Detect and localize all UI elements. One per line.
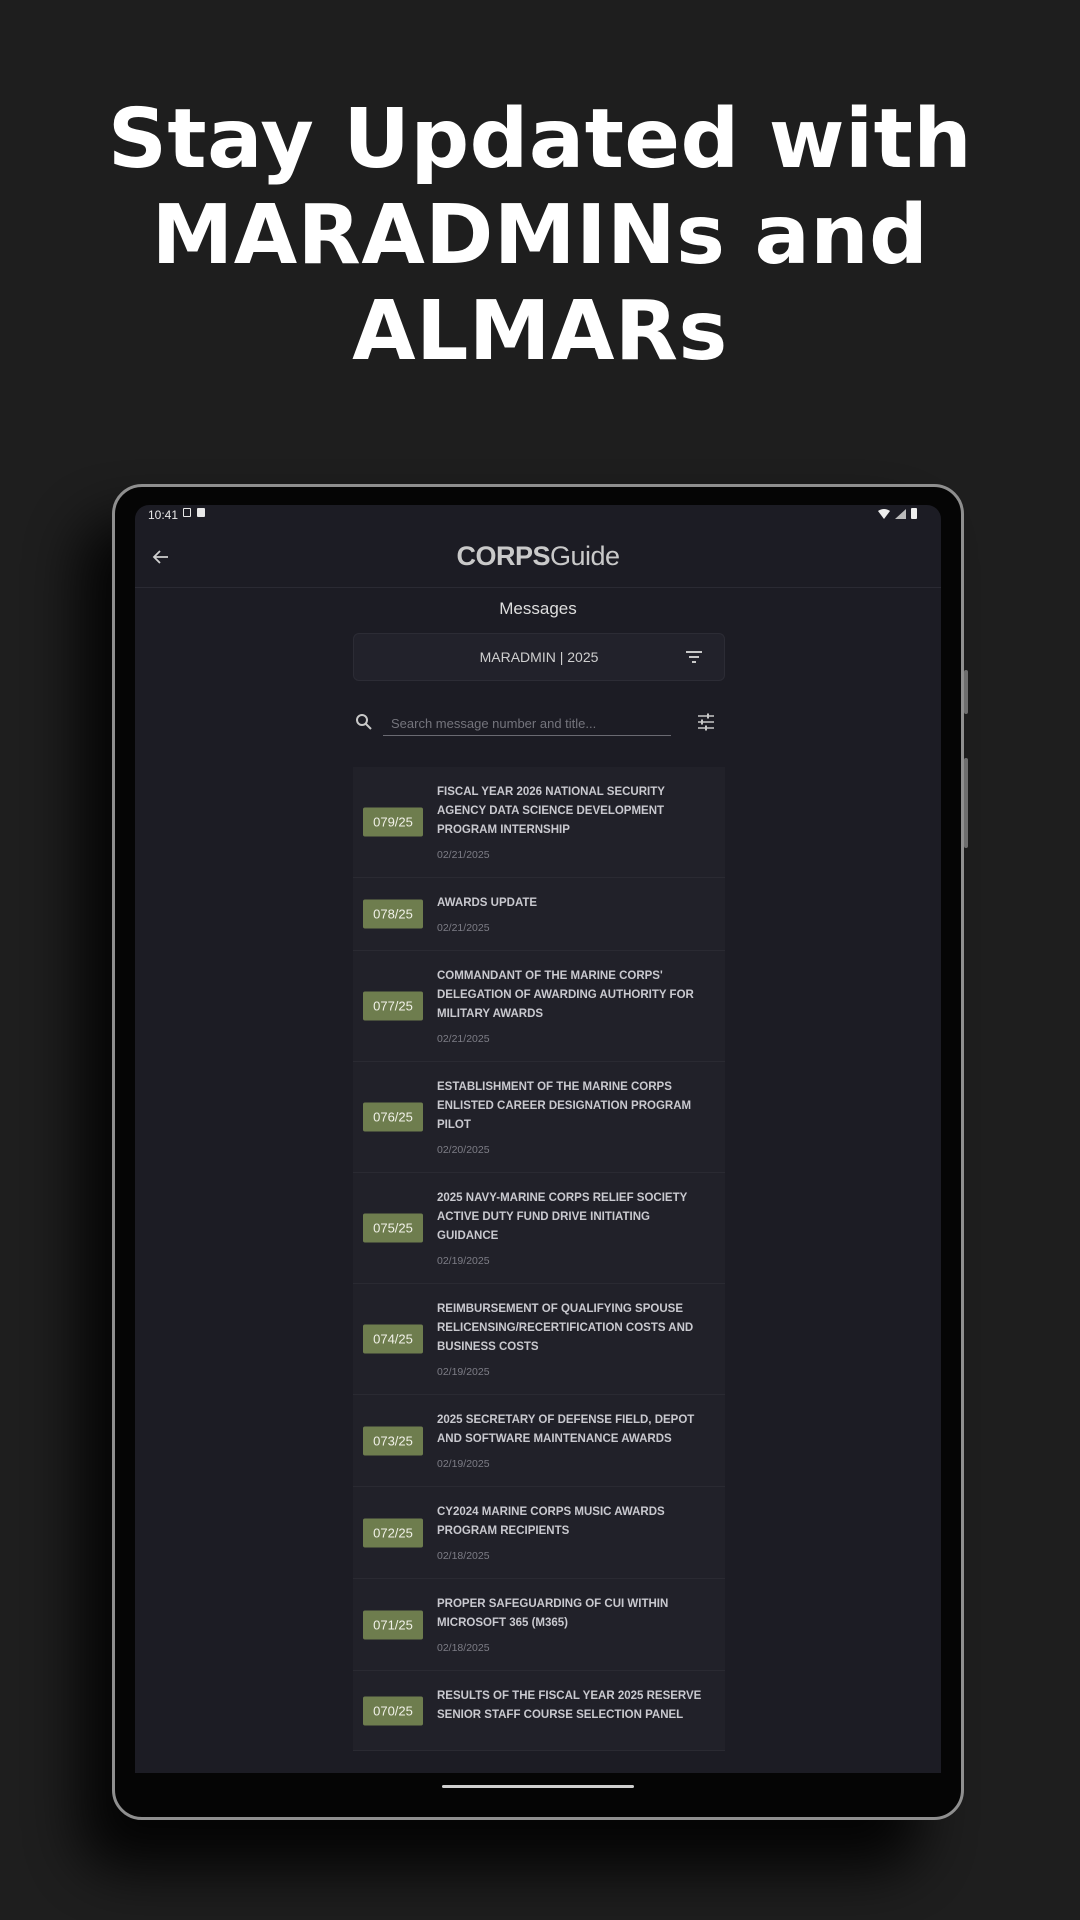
list-item[interactable]: 072/25 CY2024 MARINE CORPS MUSIC AWARDS … [353, 1487, 725, 1579]
navigation-bar [135, 1773, 941, 1818]
message-number-badge: 072/25 [363, 1518, 423, 1547]
message-number-badge: 071/25 [363, 1610, 423, 1639]
message-title: REIMBURSEMENT OF QUALIFYING SPOUSE RELIC… [437, 1303, 694, 1353]
list-item[interactable]: 071/25 PROPER SAFEGUARDING OF CUI WITHIN… [353, 1579, 725, 1671]
message-title: AWARDS UPDATE [437, 897, 538, 909]
message-date: 02/19/2025 [437, 1458, 490, 1470]
message-title: RESULTS OF THE FISCAL YEAR 2025 RESERVE … [437, 1690, 702, 1721]
message-date: 02/19/2025 [437, 1366, 490, 1378]
volume-button [964, 670, 968, 714]
app-screen: 10:41 CORPSGuide Messages MARADMIN | 202… [135, 505, 941, 1773]
signal-icon [895, 508, 906, 519]
battery-icon [911, 508, 917, 519]
message-date: 02/20/2025 [437, 1144, 490, 1156]
message-date: 02/19/2025 [437, 1255, 490, 1267]
message-type-filter[interactable]: MARADMIN | 2025 [353, 633, 725, 681]
list-item[interactable]: 074/25 REIMBURSEMENT OF QUALIFYING SPOUS… [353, 1284, 725, 1395]
list-item[interactable]: 077/25 COMMANDANT OF THE MARINE CORPS' D… [353, 951, 725, 1062]
status-bar: 10:41 [135, 505, 941, 527]
message-date: 02/18/2025 [437, 1550, 490, 1562]
message-title: 2025 NAVY-MARINE CORPS RELIEF SOCIETY AC… [437, 1192, 688, 1242]
wifi-icon [878, 508, 890, 519]
message-date: 02/21/2025 [437, 849, 490, 861]
gesture-handle[interactable] [442, 1785, 634, 1788]
power-button [964, 758, 968, 848]
message-number-badge: 077/25 [363, 991, 423, 1021]
message-title: ESTABLISHMENT OF THE MARINE CORPS ENLIST… [437, 1081, 692, 1131]
app-logo: CORPSGuide [135, 541, 941, 572]
message-date: 02/21/2025 [437, 922, 490, 934]
filter-icon[interactable] [686, 651, 702, 666]
list-item[interactable]: 075/25 2025 NAVY-MARINE CORPS RELIEF SOC… [353, 1173, 725, 1284]
filter-label: MARADMIN | 2025 [479, 649, 599, 665]
status-time: 10:41 [148, 508, 179, 522]
message-title: COMMANDANT OF THE MARINE CORPS' DELEGATI… [437, 970, 694, 1020]
message-title: 2025 SECRETARY OF DEFENSE FIELD, DEPOT A… [437, 1414, 695, 1445]
message-number-badge: 076/25 [363, 1102, 423, 1132]
sd-card-icon [197, 508, 205, 517]
headline-line: MARADMINs and [151, 188, 929, 283]
search-icon [356, 714, 372, 730]
message-date: 02/21/2025 [437, 1033, 490, 1045]
message-number-badge: 073/25 [363, 1426, 423, 1455]
headline-line: Stay Updated with [107, 92, 973, 187]
message-number-badge: 075/25 [363, 1213, 423, 1243]
list-item[interactable]: 070/25 RESULTS OF THE FISCAL YEAR 2025 R… [353, 1671, 725, 1751]
search-bar [353, 705, 725, 745]
page-title: Messages [499, 599, 577, 618]
list-item[interactable]: 076/25 ESTABLISHMENT OF THE MARINE CORPS… [353, 1062, 725, 1173]
list-item[interactable]: 073/25 2025 SECRETARY OF DEFENSE FIELD, … [353, 1395, 725, 1487]
logo-strong: CORPS [456, 541, 550, 571]
search-input[interactable] [383, 711, 671, 736]
message-title: PROPER SAFEGUARDING OF CUI WITHIN MICROS… [437, 1598, 669, 1629]
message-number-badge: 079/25 [363, 807, 423, 837]
tune-icon[interactable] [697, 713, 715, 731]
message-title: CY2024 MARINE CORPS MUSIC AWARDS PROGRAM… [437, 1506, 665, 1537]
list-item[interactable]: 079/25 FISCAL YEAR 2026 NATIONAL SECURIT… [353, 767, 725, 878]
message-date: 02/18/2025 [437, 1642, 490, 1654]
promo-headline: Stay Updated with MARADMINs and ALMARs [0, 92, 1080, 380]
message-list: 079/25 FISCAL YEAR 2026 NATIONAL SECURIT… [353, 767, 725, 1751]
notification-icon [183, 508, 191, 517]
message-title: FISCAL YEAR 2026 NATIONAL SECURITY AGENC… [437, 786, 665, 836]
message-number-badge: 078/25 [363, 899, 423, 929]
message-number-badge: 070/25 [363, 1696, 423, 1725]
headline-line: ALMARs [352, 284, 728, 379]
system-icons [878, 508, 917, 519]
list-item[interactable]: 078/25 AWARDS UPDATE 02/21/2025 [353, 878, 725, 951]
notification-icons [183, 508, 205, 517]
logo-light: Guide [549, 541, 620, 571]
app-bar: CORPSGuide [135, 527, 941, 588]
message-number-badge: 074/25 [363, 1324, 423, 1354]
